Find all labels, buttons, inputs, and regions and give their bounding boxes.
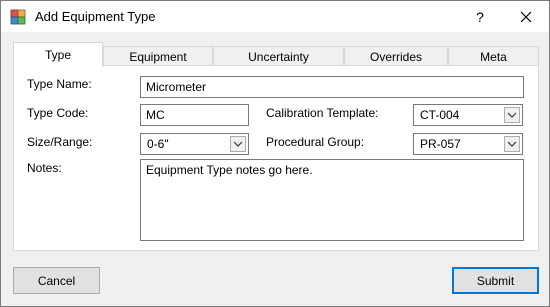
size-range-select[interactable]: 0-6" <box>140 133 249 155</box>
type-code-label: Type Code: <box>27 106 89 120</box>
calibration-template-value: CT-004 <box>420 108 460 122</box>
type-name-field[interactable]: Micrometer <box>140 76 524 98</box>
title-bar[interactable]: Add Equipment Type ? <box>1 1 549 32</box>
tab-meta[interactable]: Meta <box>448 46 539 66</box>
app-window-icon <box>10 9 26 25</box>
procedural-group-value: PR-057 <box>420 137 461 151</box>
chevron-down-icon[interactable] <box>230 136 246 152</box>
size-range-label: Size/Range: <box>27 135 93 149</box>
size-range-value: 0-6" <box>147 137 169 151</box>
type-code-field[interactable]: MC <box>140 104 249 126</box>
window-title: Add Equipment Type <box>35 9 156 24</box>
procedural-group-label: Procedural Group: <box>266 135 365 149</box>
chevron-down-icon[interactable] <box>504 136 520 152</box>
calibration-template-select[interactable]: CT-004 <box>413 104 523 126</box>
tab-type[interactable]: Type <box>13 42 103 67</box>
notes-label: Notes: <box>27 161 62 175</box>
type-name-label: Type Name: <box>27 77 92 91</box>
close-button[interactable] <box>503 1 549 32</box>
tab-equipment[interactable]: Equipment <box>103 46 213 66</box>
dialog-window: Add Equipment Type ? Type Equipment Unce… <box>0 0 550 307</box>
calibration-template-label: Calibration Template: <box>266 106 379 120</box>
cancel-button[interactable]: Cancel <box>13 267 100 294</box>
help-button[interactable]: ? <box>457 1 503 32</box>
procedural-group-select[interactable]: PR-057 <box>413 133 523 155</box>
tab-overrides[interactable]: Overrides <box>344 46 448 66</box>
submit-button[interactable]: Submit <box>452 267 539 294</box>
close-icon <box>520 11 532 23</box>
chevron-down-icon[interactable] <box>504 107 520 123</box>
notes-textarea[interactable]: Equipment Type notes go here. <box>140 159 524 241</box>
tab-uncertainty[interactable]: Uncertainty <box>213 46 344 66</box>
